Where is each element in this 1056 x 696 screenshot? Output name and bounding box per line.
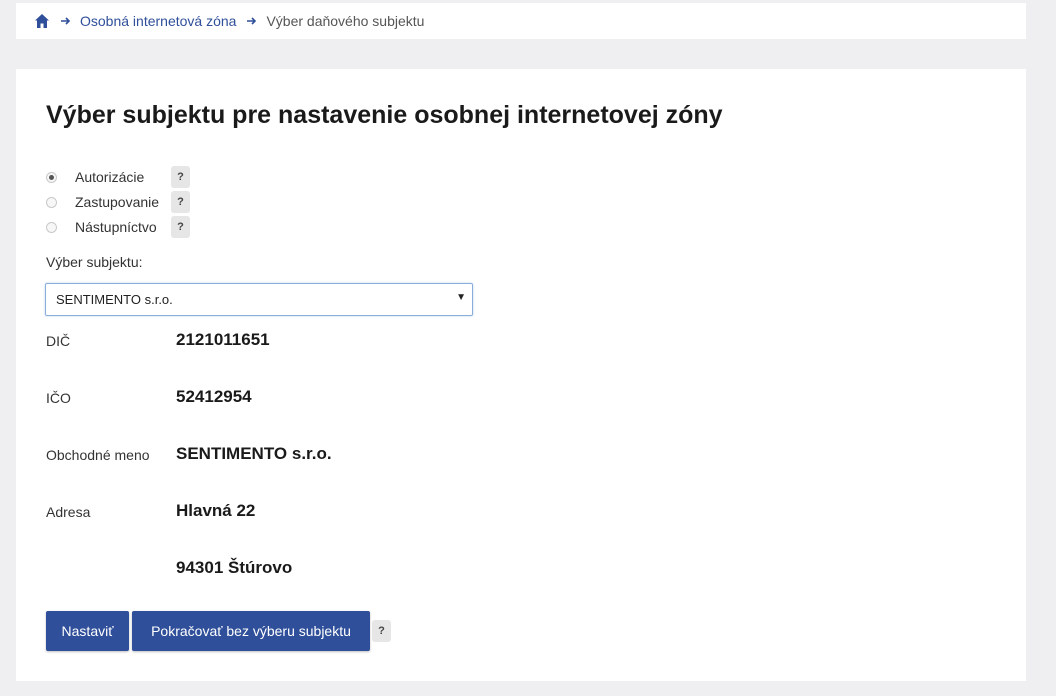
business-name-value: SENTIMENTO s.r.o. <box>176 444 332 463</box>
radio-option-autorizacie[interactable]: Autorizácie ? <box>46 166 190 188</box>
subject-select-value: SENTIMENTO s.r.o. <box>56 292 173 307</box>
help-icon[interactable]: ? <box>372 620 391 642</box>
subject-select[interactable]: SENTIMENTO s.r.o. ▼ <box>45 283 473 316</box>
help-icon[interactable]: ? <box>171 166 190 188</box>
radio-label[interactable]: Autorizácie <box>75 169 171 185</box>
continue-without-subject-button[interactable]: Pokračovať bez výberu subjektu <box>132 611 370 651</box>
radio-option-nastupnictvo[interactable]: Nástupníctvo ? <box>46 216 190 238</box>
radio-label[interactable]: Zastupovanie <box>75 194 171 210</box>
radio-label[interactable]: Nástupníctvo <box>75 219 171 235</box>
address-city-value: 94301 Štúrovo <box>176 558 293 577</box>
ico-label: IČO <box>46 390 71 406</box>
breadcrumb-item-current: Výber daňového subjektu <box>266 13 425 29</box>
home-icon[interactable] <box>34 13 50 29</box>
breadcrumb-item-osobna-zona[interactable]: Osobná internetová zóna <box>80 13 236 29</box>
set-button[interactable]: Nastaviť <box>46 611 129 651</box>
dic-label: DIČ <box>46 333 71 349</box>
help-icon[interactable]: ? <box>171 191 190 213</box>
business-name-label: Obchodné meno <box>46 447 150 463</box>
radio-button[interactable] <box>46 171 57 183</box>
radio-button[interactable] <box>46 196 57 208</box>
address-street-value: Hlavná 22 <box>176 501 256 520</box>
main-card: Výber subjektu pre nastavenie osobnej in… <box>16 69 1026 681</box>
page-title: Výber subjektu pre nastavenie osobnej in… <box>46 101 723 129</box>
breadcrumb: Osobná internetová zóna Výber daňového s… <box>16 3 1026 39</box>
radio-option-zastupovanie[interactable]: Zastupovanie ? <box>46 191 190 213</box>
address-label: Adresa <box>46 504 91 520</box>
subject-select-label: Výber subjektu: <box>46 254 143 270</box>
radio-button[interactable] <box>46 221 57 233</box>
arrow-right-icon <box>60 15 72 27</box>
dic-value: 2121011651 <box>176 330 270 349</box>
ico-value: 52412954 <box>176 387 252 406</box>
chevron-down-icon: ▼ <box>456 292 466 303</box>
help-icon[interactable]: ? <box>171 216 190 238</box>
arrow-right-icon <box>246 15 258 27</box>
